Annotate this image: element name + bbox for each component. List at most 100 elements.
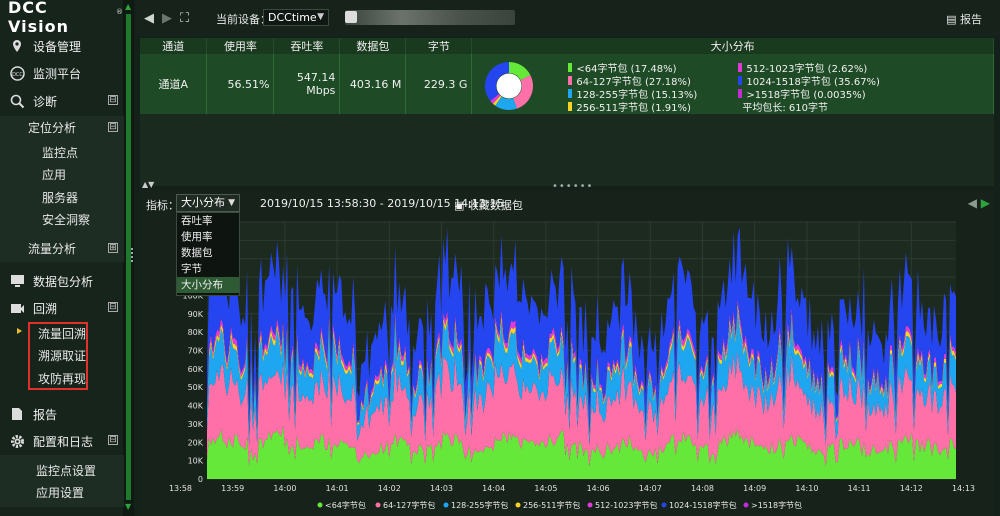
nav-sub-label: 定位分析 <box>28 120 77 135</box>
svg-text:DCC: DCC <box>12 72 23 78</box>
y-tick-label: 10K <box>188 457 204 466</box>
dropdown-option-usage[interactable]: 使用率 <box>177 229 239 245</box>
donut-hole <box>496 73 522 99</box>
metric-select[interactable]: 大小分布 ▼ <box>176 194 240 212</box>
y-tick-label: 30K <box>188 420 204 429</box>
sidebar: DCC Vision ® 设备管理 DCC 监测平台 诊断 ⊟ 定位分析 ⊟ 监… <box>0 0 124 516</box>
col-header-packets: 数据包 <box>339 38 407 54</box>
collapse-toggle-icon[interactable]: ⊟ <box>108 95 118 105</box>
collapse-toggle-icon[interactable]: ⊟ <box>108 435 118 445</box>
legend-item: <64字节包 <box>317 500 366 510</box>
table-row[interactable]: 通道A 56.51% 547.14 Mbps 403.16 M 229.3 G … <box>140 54 994 114</box>
col-header-size-dist: 大小分布 <box>471 38 994 54</box>
legend-dot <box>443 502 449 508</box>
nav-server[interactable]: 服务器 <box>0 186 124 208</box>
legend-label: 128-255字节包 <box>451 500 508 510</box>
x-tick-label: 14:00 <box>273 484 296 493</box>
legend-dot <box>661 502 667 508</box>
legend-label: 64-127字节包 <box>383 500 435 510</box>
nav-monitor-point[interactable]: 监控点 <box>0 141 124 163</box>
highlight-box <box>28 322 88 390</box>
x-tick-label: 14:10 <box>795 484 818 493</box>
scroll-up-icon[interactable]: ▲ <box>125 2 131 11</box>
nav-report[interactable]: 报告 <box>0 401 124 427</box>
x-tick-label: 13:59 <box>221 484 244 493</box>
nav-monitor-point-settings[interactable]: 监控点设置 <box>0 459 124 481</box>
logo[interactable]: DCC Vision ® <box>8 0 123 36</box>
location-pin-icon <box>8 37 26 55</box>
collapse-toggle-icon[interactable]: ⊟ <box>108 122 118 132</box>
nav-application[interactable]: 应用 <box>0 163 124 185</box>
cell-size-dist: <64字节包 (17.48%) 64-127字节包 (27.18%) 128-2… <box>471 54 994 114</box>
y-tick-label: 0 <box>198 475 203 484</box>
nav-sub-label: 流量分析 <box>28 241 77 256</box>
nav-label: 监测平台 <box>33 66 82 81</box>
nav-device-management[interactable]: 设备管理 <box>0 33 124 59</box>
x-tick-label: 14:12 <box>900 484 923 493</box>
legend-item: 512-1023字节包 <box>587 500 658 510</box>
legend-label: <64字节包 <box>325 500 366 510</box>
dropdown-option-packets[interactable]: 数据包 <box>177 245 239 261</box>
x-tick-label: 14:07 <box>639 484 662 493</box>
nav-backtrack[interactable]: 回溯 ⊟ <box>0 295 124 321</box>
y-tick-label: 40K <box>188 402 204 411</box>
nav-label: 数据包分析 <box>33 274 94 289</box>
x-tick-label: 14:02 <box>378 484 401 493</box>
nav-label: 设备管理 <box>33 39 82 54</box>
device-select[interactable]: DCCtime ▼ <box>263 9 329 26</box>
collapse-panel-icon[interactable]: ▲▼ <box>142 180 154 189</box>
scroll-down-icon[interactable]: ▼ <box>125 502 131 511</box>
nav-locate-analysis[interactable]: 定位分析 ⊟ <box>0 116 124 138</box>
monitor-icon <box>8 272 26 290</box>
nav-security-insight[interactable]: 安全洞察 <box>0 208 124 230</box>
nav-diagnosis[interactable]: 诊断 ⊟ <box>0 88 124 114</box>
nav-label: 诊断 <box>33 94 58 109</box>
expand-toggle-icon[interactable]: ⊞ <box>108 243 118 253</box>
y-tick-label: 60K <box>188 365 204 374</box>
fullscreen-icon[interactable]: ⛶ <box>180 11 189 26</box>
legend-item: >1518字节包 <box>743 500 802 510</box>
report-button[interactable]: ▤ 报告 <box>946 11 982 27</box>
nav-label: 回溯 <box>33 301 58 316</box>
forward-arrow-icon[interactable]: ▶ <box>162 11 172 26</box>
size-dist-donut <box>485 62 534 110</box>
col-header-bytes: 字节 <box>405 38 473 54</box>
resize-grip-icon[interactable] <box>131 246 135 268</box>
back-arrow-icon[interactable]: ◀ <box>144 11 154 26</box>
x-tick-label: 14:04 <box>482 484 505 493</box>
next-arrow-icon[interactable]: ▶ <box>981 196 990 210</box>
legend-item: 64-127字节包 <box>375 500 435 510</box>
nav-label: 配置和日志 <box>33 434 94 449</box>
dcc-badge-icon: DCC <box>8 64 26 82</box>
dropdown-option-throughput[interactable]: 吞吐率 <box>177 213 239 229</box>
collapse-toggle-icon[interactable]: ⊟ <box>108 302 118 312</box>
nav-label: 报告 <box>33 407 58 422</box>
size-distribution-chart[interactable]: 010K20K30K40K50K60K70K80K90K100K110K120K… <box>140 214 994 516</box>
prev-arrow-icon[interactable]: ◀ <box>968 196 977 210</box>
x-tick-label: 14:13 <box>952 484 975 493</box>
nav-packet-analysis[interactable]: 数据包分析 <box>0 268 124 294</box>
cell-throughput: 547.14 Mbps <box>273 54 341 114</box>
x-tick-label: 13:58 <box>169 484 192 493</box>
dropdown-option-bytes[interactable]: 字节 <box>177 261 239 277</box>
nav-app-settings[interactable]: 应用设置 <box>0 481 124 503</box>
legend-label: 512-1023字节包 <box>595 500 658 510</box>
legend-label: 256-511字节包 <box>523 500 580 510</box>
cell-usage: 56.51% <box>206 54 275 114</box>
metric-dropdown[interactable]: 吞吐率 使用率 数据包 字节 大小分布 <box>176 212 240 296</box>
dropdown-option-size-dist[interactable]: 大小分布 <box>177 277 239 293</box>
col-header-channel: 通道 <box>140 38 208 54</box>
x-tick-label: 14:03 <box>430 484 453 493</box>
device-address-blurred <box>345 10 515 25</box>
legend-dot <box>515 502 521 508</box>
legend-label: 1024-1518字节包 <box>669 500 737 510</box>
legend-dot <box>743 502 749 508</box>
film-icon <box>8 299 26 317</box>
save-packets-button[interactable]: ▣ 收藏数据包 <box>454 197 523 213</box>
chevron-down-icon: ▼ <box>228 198 235 208</box>
nav-monitoring-platform[interactable]: DCC 监测平台 <box>0 60 124 86</box>
nav-config-log[interactable]: 配置和日志 ⊟ <box>0 428 124 454</box>
legend-dot <box>587 502 593 508</box>
folder-icon: ▣ <box>454 199 468 212</box>
nav-traffic-analysis[interactable]: 流量分析 ⊞ <box>0 237 124 259</box>
